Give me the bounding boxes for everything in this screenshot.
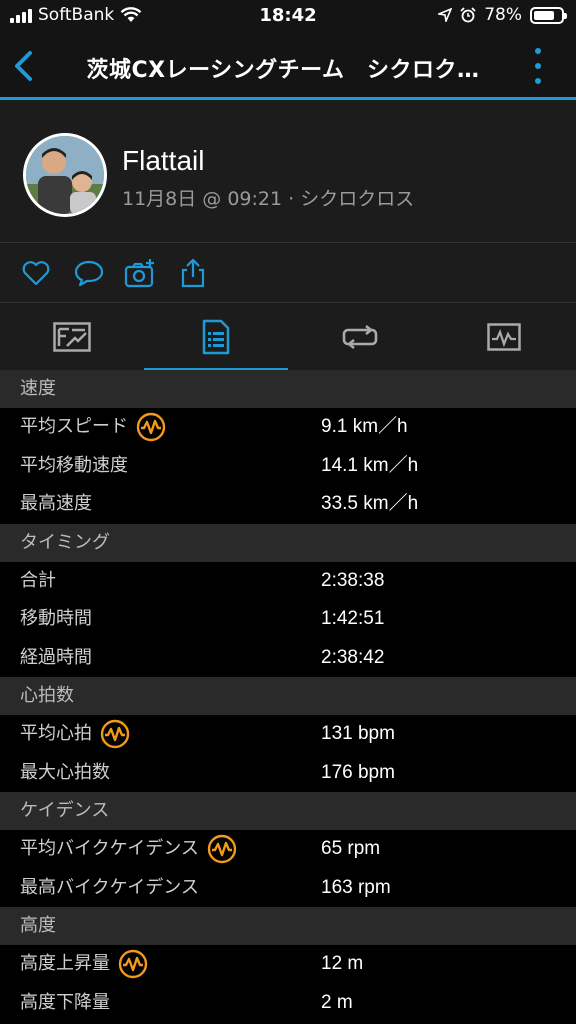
action-bar (0, 242, 576, 302)
stat-label-text: 最高バイクケイデンス (20, 876, 199, 898)
stat-label: 平均心拍 (20, 715, 130, 753)
stat-row: 経過時間 2:38:42 (0, 638, 576, 677)
performance-badge-icon[interactable] (100, 719, 130, 749)
stat-label: 平均バイクケイデンス (20, 830, 237, 868)
stat-value: 131 bpm (321, 723, 395, 744)
stat-value: 2:38:38 (321, 569, 385, 591)
stat-label-text: 最高速度 (20, 493, 92, 514)
stat-row: 高度下降量 2 m (0, 983, 576, 1022)
navigation-bar: 茨城CXレーシングチーム シクロク… (0, 34, 576, 98)
stat-value: 33.5 km／h (321, 493, 419, 514)
tab-charts[interactable] (432, 303, 576, 371)
chart-graph-icon (487, 323, 521, 351)
back-chevron-icon[interactable] (10, 48, 40, 84)
stat-value: 14.1 km／h (321, 454, 419, 476)
stat-label: 平均スピード (20, 408, 166, 446)
performance-badge-icon[interactable] (207, 834, 237, 864)
performance-badge-icon[interactable] (136, 412, 166, 442)
stat-label: 合計 (20, 562, 56, 600)
stat-value: 2 m (321, 991, 353, 1013)
stat-label: 平均移動速度 (20, 447, 128, 485)
battery-icon (530, 6, 567, 24)
avatar[interactable] (23, 133, 107, 217)
stat-value: 176 bpm (321, 761, 395, 783)
stat-label-text: 平均移動速度 (20, 454, 128, 476)
stat-row: 平均移動速度 14.1 km／h (0, 446, 576, 485)
section-header: 速度 (0, 370, 576, 408)
comment-icon[interactable] (73, 257, 105, 289)
stats-list-icon (202, 319, 230, 355)
stat-row: 最高速度 33.5 km／h (0, 485, 576, 524)
stat-label: 高度下降量 (20, 984, 110, 1022)
stat-value: 2:38:42 (321, 646, 385, 668)
laps-repeat-icon (342, 324, 378, 350)
stat-row: 最大心拍数 176 bpm (0, 753, 576, 792)
stat-label-text: 平均バイクケイデンス (20, 838, 199, 859)
status-bar: SoftBank 18:42 78% (0, 0, 576, 34)
stat-value: 1:42:51 (321, 608, 385, 629)
section-header: 心拍数 (0, 677, 576, 715)
activity-header: Flattail 11月8日 @ 09:21 · シクロクロス (0, 100, 576, 242)
status-right: 78% (438, 5, 567, 25)
more-options-icon[interactable] (530, 48, 546, 84)
stat-label-text: 平均スピード (20, 416, 128, 437)
stat-label-text: 高度上昇量 (20, 953, 110, 974)
user-name[interactable]: Flattail (122, 145, 204, 177)
stat-label-text: 合計 (20, 569, 56, 591)
page-title: 茨城CXレーシングチーム シクロク… (86, 58, 480, 83)
battery-percent: 78% (484, 5, 522, 25)
stat-value: 65 rpm (321, 838, 381, 859)
stat-label: 最高バイクケイデンス (20, 869, 199, 907)
section-header: 高度 (0, 907, 576, 945)
tab-stats[interactable] (144, 303, 288, 371)
stats-list: 速度平均スピード 9.1 km／h 平均移動速度 14.1 km／h 最高速度 33.5 … (0, 370, 576, 1022)
stat-label: 最高速度 (20, 485, 92, 523)
stat-label-text: 最大心拍数 (20, 761, 110, 783)
location-arrow-icon (438, 8, 453, 22)
stat-value: 9.1 km／h (321, 416, 408, 437)
stat-label: 最大心拍数 (20, 754, 110, 792)
activity-date-type: 11月8日 @ 09:21 · シクロクロス (122, 188, 415, 210)
stat-label-text: 平均心拍 (20, 723, 92, 744)
stat-label-text: 移動時間 (20, 608, 92, 629)
like-heart-icon[interactable] (20, 257, 52, 289)
tab-overview[interactable] (0, 303, 144, 371)
stat-label-text: 高度下降量 (20, 991, 110, 1013)
add-photo-camera-icon[interactable] (124, 257, 156, 289)
tab-bar (0, 302, 576, 371)
stat-value: 12 m (321, 953, 364, 974)
stat-row: 平均バイクケイデンス 65 rpm (0, 830, 576, 869)
stat-label: 移動時間 (20, 600, 92, 638)
stat-row: 高度上昇量 12 m (0, 945, 576, 984)
stat-row: 平均心拍 131 bpm (0, 715, 576, 754)
stat-label: 経過時間 (20, 639, 92, 677)
tab-laps[interactable] (288, 303, 432, 371)
overview-card-icon (53, 322, 91, 352)
stat-row: 平均スピード 9.1 km／h (0, 408, 576, 447)
alarm-icon (460, 7, 476, 23)
stat-label-text: 経過時間 (20, 646, 92, 668)
stat-row: 合計 2:38:38 (0, 561, 576, 600)
share-icon[interactable] (177, 257, 209, 289)
section-header: ケイデンス (0, 792, 576, 830)
stat-value: 163 rpm (321, 876, 391, 898)
stat-row: 移動時間 1:42:51 (0, 600, 576, 639)
stat-row: 最高バイクケイデンス 163 rpm (0, 868, 576, 907)
performance-badge-icon[interactable] (118, 949, 148, 979)
section-header: タイミング (0, 523, 576, 562)
stat-label: 高度上昇量 (20, 945, 148, 983)
